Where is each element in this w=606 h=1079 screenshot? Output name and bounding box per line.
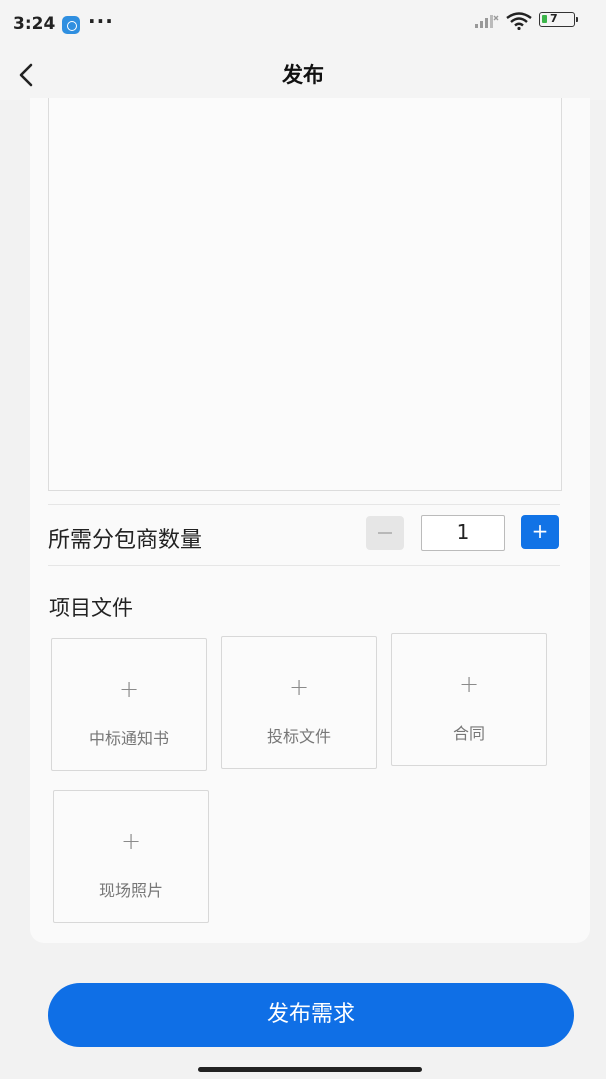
status-bar: 3:24 ··· 7 [0,0,606,50]
home-indicator [198,1067,422,1072]
upload-label: 现场照片 [98,881,163,900]
add-icon: + [118,675,140,703]
divider [48,565,560,566]
increase-button[interactable]: + [521,515,559,549]
upload-label: 投标文件 [266,727,331,746]
description-textarea[interactable] [48,98,562,491]
publish-request-button[interactable]: 发布需求 [48,983,574,1047]
upload-contract[interactable]: + 合同 [391,633,547,766]
project-files-title: 项目文件 [49,596,133,620]
nav-bar: 发布 [0,50,606,100]
upload-label: 中标通知书 [88,729,169,748]
battery-icon: 7 [539,12,578,27]
wifi-icon [506,12,532,30]
upload-site-photos[interactable]: + 现场照片 [53,790,209,923]
divider [48,504,560,505]
form-card: 所需分包商数量 1 + 项目文件 + 中标通知书 + 投标文件 + 合同 + 现… [30,98,590,943]
subcontractor-count-input[interactable]: 1 [421,515,505,551]
add-icon: + [288,673,310,701]
upload-label: 合同 [452,724,485,743]
upload-bid-documents[interactable]: + 投标文件 [221,636,377,769]
app-notification-icon [62,16,80,34]
add-icon: + [120,827,142,855]
cellular-signal-icon [475,15,499,28]
decrease-button[interactable] [366,516,404,550]
subcontractor-count-label: 所需分包商数量 [48,528,203,553]
battery-level: 7 [550,12,558,25]
upload-bid-notice[interactable]: + 中标通知书 [51,638,207,771]
status-time: 3:24 [13,14,56,34]
add-icon: + [458,670,480,698]
more-notifications-icon: ··· [88,9,114,33]
page-title: 发布 [282,63,324,87]
